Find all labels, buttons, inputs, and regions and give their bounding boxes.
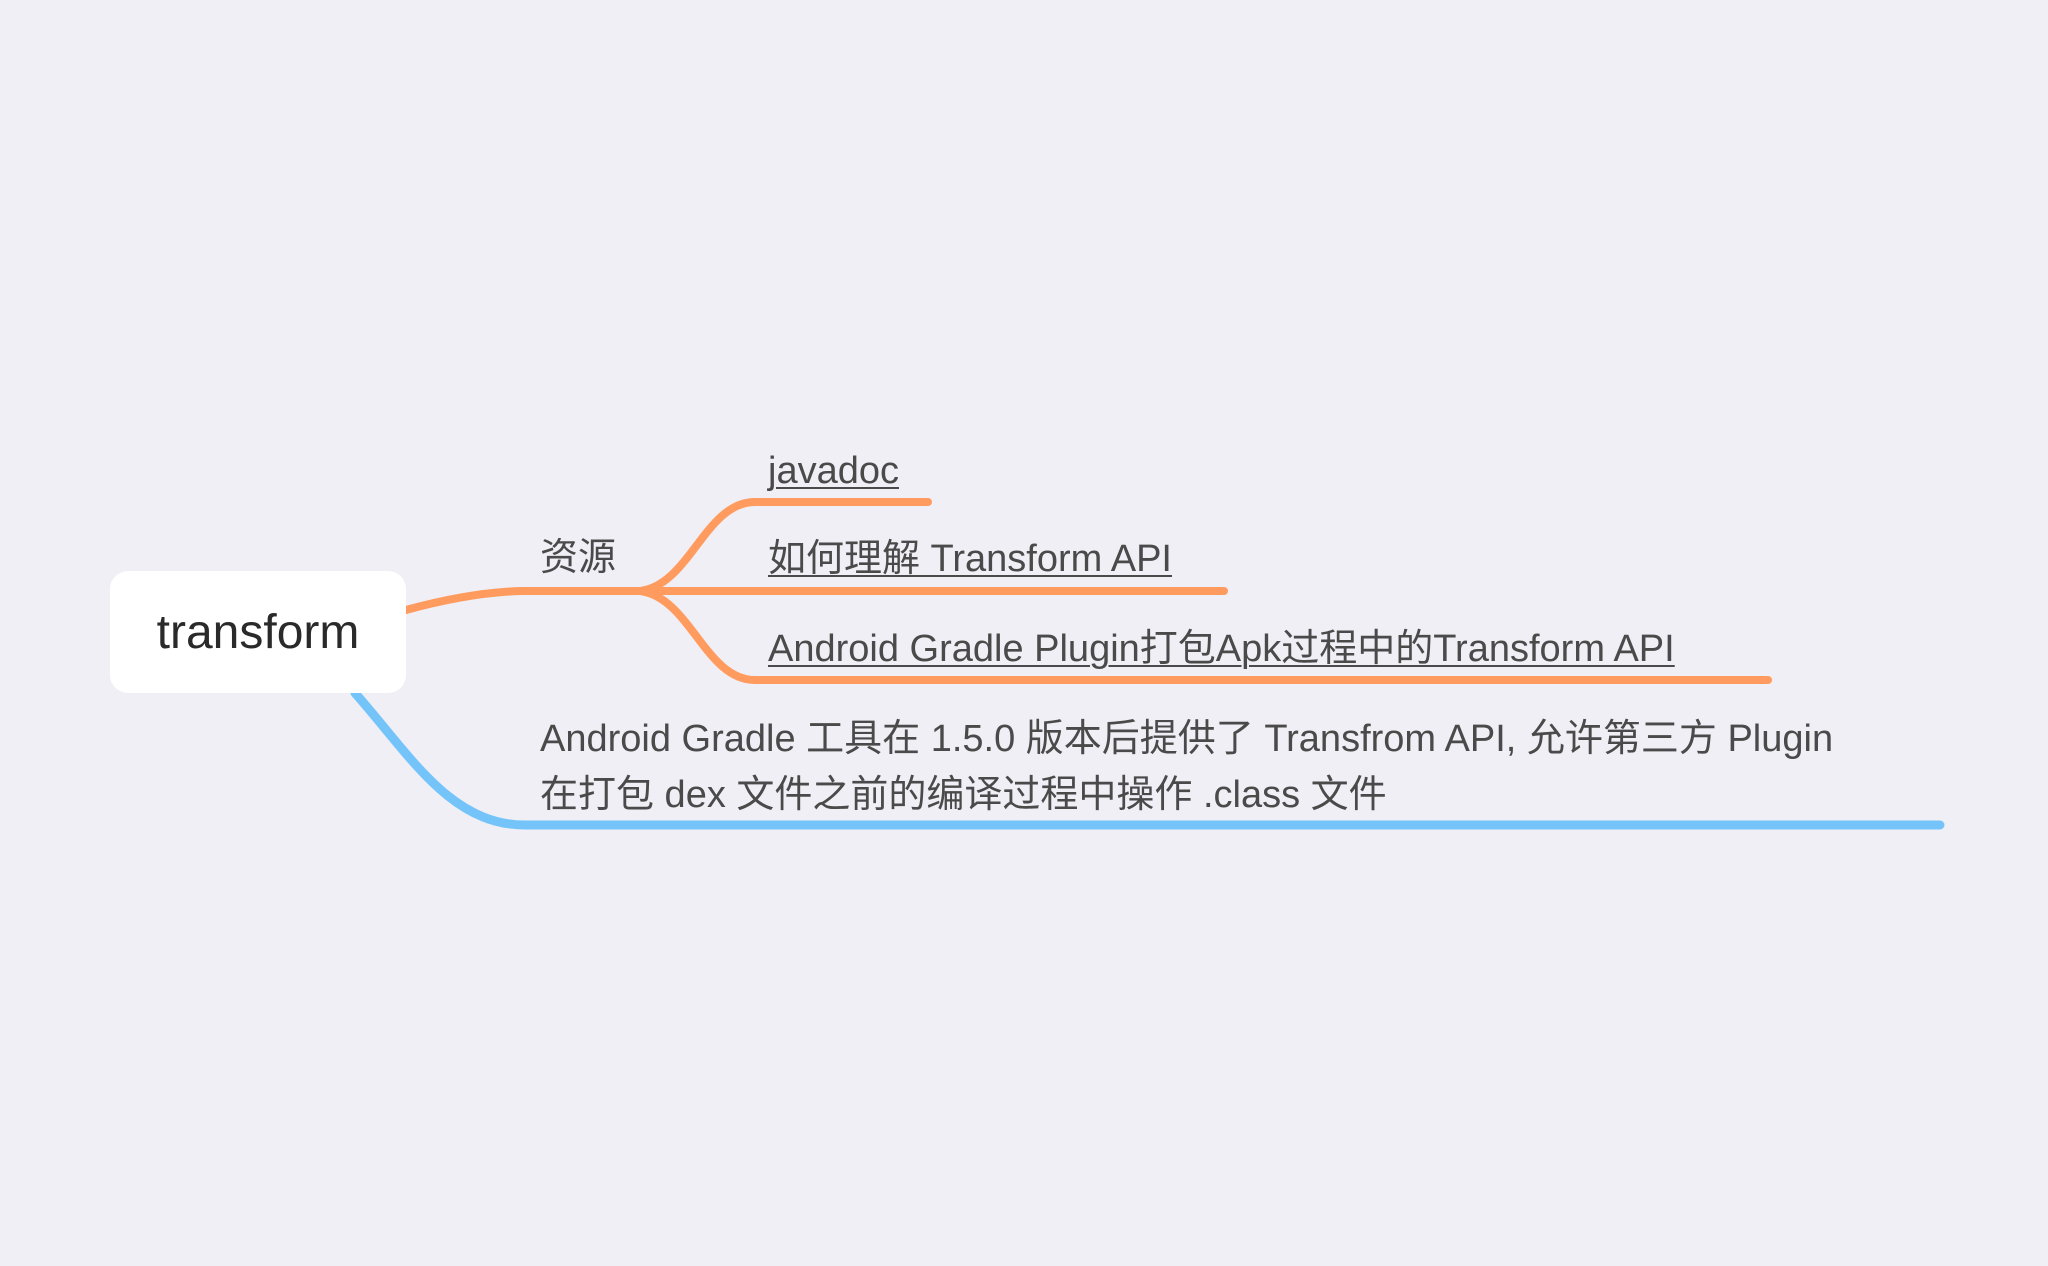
root-node-label: transform <box>156 605 360 659</box>
root-node[interactable]: transform <box>110 571 406 693</box>
mindmap-canvas: transform 资源 javadoc 如何理解 Transform API … <box>0 0 2048 1266</box>
link-javadoc[interactable]: javadoc <box>768 449 899 493</box>
link-understand-transform-api[interactable]: 如何理解 Transform API <box>768 537 1172 581</box>
description-line: 在打包 dex 文件之前的编译过程中操作 .class 文件 <box>540 774 1387 816</box>
topic-resources[interactable]: 资源 <box>540 536 616 580</box>
topic-description[interactable]: Android Gradle 工具在 1.5.0 版本后提供了 Transfro… <box>540 711 1940 823</box>
edge-root-resources <box>402 587 649 614</box>
link-agp-transform-api[interactable]: Android Gradle Plugin打包Apk过程中的Transform … <box>768 627 1675 671</box>
description-line: Android Gradle 工具在 1.5.0 版本后提供了 Transfro… <box>540 718 1834 760</box>
